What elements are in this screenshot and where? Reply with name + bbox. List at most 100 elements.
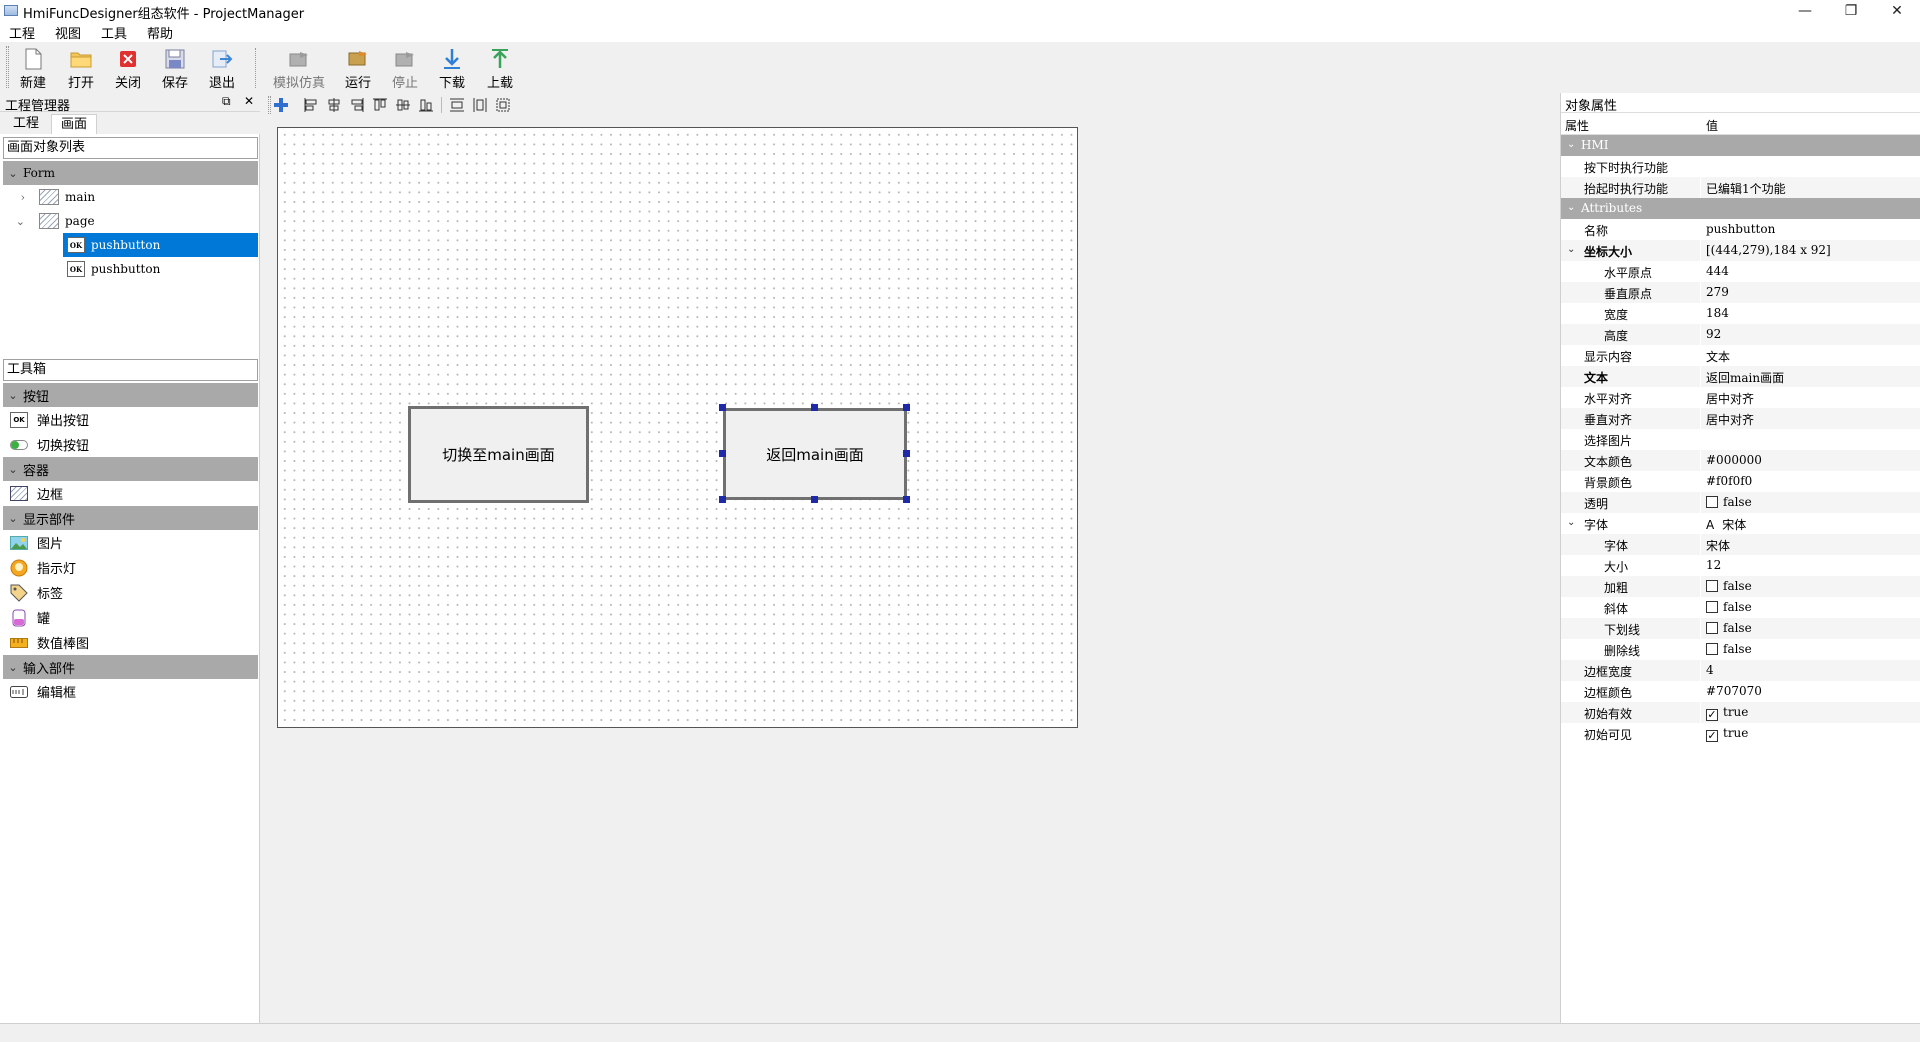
property-row-height[interactable]: 高度 92: [1561, 324, 1920, 345]
property-row-halign[interactable]: 水平对齐 居中对齐: [1561, 387, 1920, 408]
property-row-text-color[interactable]: 文本颜色 #000000: [1561, 450, 1920, 471]
property-row-image[interactable]: 选择图片: [1561, 429, 1920, 450]
property-row-visible[interactable]: 初始可见 ✓ true: [1561, 723, 1920, 744]
menu-tools[interactable]: 工具: [101, 23, 127, 42]
simulate-button[interactable]: 模拟仿真: [273, 48, 325, 92]
checkbox[interactable]: [1706, 643, 1718, 655]
checkbox[interactable]: [1706, 580, 1718, 592]
close-window-button[interactable]: ✕: [1874, 0, 1920, 22]
property-value-cell[interactable]: #707070: [1706, 684, 1762, 698]
resize-handle[interactable]: [811, 496, 818, 503]
property-value-cell[interactable]: #f0f0f0: [1706, 474, 1752, 488]
property-row-underline[interactable]: 下划线 false: [1561, 618, 1920, 639]
property-row-italic[interactable]: 斜体 false: [1561, 597, 1920, 618]
resize-handle[interactable]: [719, 404, 726, 411]
property-value-cell[interactable]: false: [1706, 495, 1752, 509]
resize-handle[interactable]: [903, 496, 910, 503]
checkbox[interactable]: [1706, 622, 1718, 634]
tree-item-pushbutton[interactable]: OK pushbutton: [63, 257, 258, 281]
property-row-release-func[interactable]: 抬起时执行功能 已编辑1个功能: [1561, 177, 1920, 198]
property-row-valign[interactable]: 垂直对齐 居中对齐: [1561, 408, 1920, 429]
tab-screen[interactable]: 画面: [51, 114, 98, 134]
property-row-x[interactable]: 水平原点 444: [1561, 261, 1920, 282]
property-value-cell[interactable]: 184: [1706, 306, 1729, 320]
same-height-icon[interactable]: [471, 96, 489, 114]
save-button[interactable]: 保存: [155, 48, 195, 92]
property-value-cell[interactable]: 已编辑1个功能: [1706, 180, 1786, 197]
run-button[interactable]: 运行: [338, 48, 378, 92]
tool-popup-button[interactable]: OK 弹出按钮: [3, 407, 258, 432]
tool-indicator[interactable]: 指示灯: [3, 555, 258, 580]
stop-button[interactable]: 停止: [385, 48, 425, 92]
property-value-cell[interactable]: #000000: [1706, 453, 1762, 467]
maximize-button[interactable]: ❐: [1828, 0, 1874, 22]
property-row-border-color[interactable]: 边框颜色 #707070: [1561, 681, 1920, 702]
float-dock-icon[interactable]: ⧉: [222, 94, 231, 109]
property-value-cell[interactable]: 返回main画面: [1706, 369, 1784, 386]
tool-edit-box[interactable]: 编辑框: [3, 679, 258, 704]
menu-project[interactable]: 工程: [9, 23, 35, 42]
align-hcenter-icon[interactable]: [325, 96, 343, 114]
property-row-border-width[interactable]: 边框宽度 4: [1561, 660, 1920, 681]
tool-bar-graph[interactable]: 数值棒图: [3, 630, 258, 655]
property-row-show-content[interactable]: 显示内容 文本: [1561, 345, 1920, 366]
close-dock-icon[interactable]: ✕: [244, 94, 254, 108]
property-row-bold[interactable]: 加粗 false: [1561, 576, 1920, 597]
property-value-cell[interactable]: false: [1706, 642, 1752, 656]
same-width-icon[interactable]: [448, 96, 466, 114]
property-value-cell[interactable]: 居中对齐: [1706, 390, 1754, 407]
property-value-cell[interactable]: false: [1706, 600, 1752, 614]
group-buttons[interactable]: ⌄ 按钮: [3, 383, 258, 407]
tree-root-form[interactable]: ⌄ Form: [3, 161, 258, 185]
new-button[interactable]: 新建: [13, 48, 53, 92]
property-row-bg-color[interactable]: 背景颜色 #f0f0f0: [1561, 471, 1920, 492]
add-icon[interactable]: [272, 96, 290, 114]
group-display[interactable]: ⌄ 显示部件: [3, 506, 258, 530]
property-group-hmi[interactable]: ⌄ HMI: [1561, 135, 1920, 156]
align-vcenter-icon[interactable]: [394, 96, 412, 114]
property-row-width[interactable]: 宽度 184: [1561, 303, 1920, 324]
property-row-y[interactable]: 垂直原点 279: [1561, 282, 1920, 303]
menu-help[interactable]: 帮助: [147, 23, 173, 42]
close-button[interactable]: 关闭: [108, 48, 148, 92]
download-button[interactable]: 下载: [432, 48, 472, 92]
property-group-attributes[interactable]: ⌄ Attributes: [1561, 198, 1920, 219]
canvas-pushbutton-return-selected[interactable]: 返回main画面: [723, 408, 907, 500]
tab-project[interactable]: 工程: [4, 114, 48, 134]
property-row-press-func[interactable]: 按下时执行功能: [1561, 156, 1920, 177]
minimize-button[interactable]: —: [1782, 0, 1828, 22]
exit-button[interactable]: 退出: [202, 48, 242, 92]
align-bottom-icon[interactable]: [417, 96, 435, 114]
property-row-font[interactable]: ⌄ 字体 A 宋体: [1561, 513, 1920, 534]
property-value-cell[interactable]: 4: [1706, 663, 1714, 677]
upload-button[interactable]: 上载: [480, 48, 520, 92]
resize-handle[interactable]: [719, 450, 726, 457]
property-row-geometry[interactable]: ⌄ 坐标大小 [(444,279),184 x 92]: [1561, 240, 1920, 261]
tool-label[interactable]: 标签: [3, 580, 258, 605]
property-value-cell[interactable]: 宋体: [1706, 537, 1730, 554]
tool-toggle-button[interactable]: 切换按钮: [3, 432, 258, 457]
resize-handle[interactable]: [811, 404, 818, 411]
checkbox[interactable]: [1706, 601, 1718, 613]
tree-item-pushbutton-selected[interactable]: OK pushbutton: [63, 233, 258, 257]
property-value-cell[interactable]: ✓ true: [1706, 726, 1748, 742]
checkbox-checked[interactable]: ✓: [1706, 730, 1718, 742]
resize-handle[interactable]: [903, 450, 910, 457]
tool-tank[interactable]: 罐: [3, 605, 258, 630]
property-value-cell[interactable]: 92: [1706, 327, 1721, 341]
tree-item-page[interactable]: ⌄ page: [3, 209, 258, 233]
align-left-icon[interactable]: [302, 96, 320, 114]
chevron-down-icon[interactable]: ⌄: [1567, 244, 1575, 255]
open-button[interactable]: 打开: [61, 48, 101, 92]
tool-picture[interactable]: 图片: [3, 530, 258, 555]
property-row-font-size[interactable]: 大小 12: [1561, 555, 1920, 576]
align-top-icon[interactable]: [371, 96, 389, 114]
property-value-cell[interactable]: 居中对齐: [1706, 411, 1754, 428]
property-row-text[interactable]: 文本 返回main画面: [1561, 366, 1920, 387]
menu-view[interactable]: 视图: [55, 23, 81, 42]
group-input[interactable]: ⌄ 输入部件: [3, 655, 258, 679]
resize-handle[interactable]: [719, 496, 726, 503]
property-row-transparent[interactable]: 透明 false: [1561, 492, 1920, 513]
property-value-cell[interactable]: 444: [1706, 264, 1729, 278]
tool-frame[interactable]: 边框: [3, 481, 258, 506]
